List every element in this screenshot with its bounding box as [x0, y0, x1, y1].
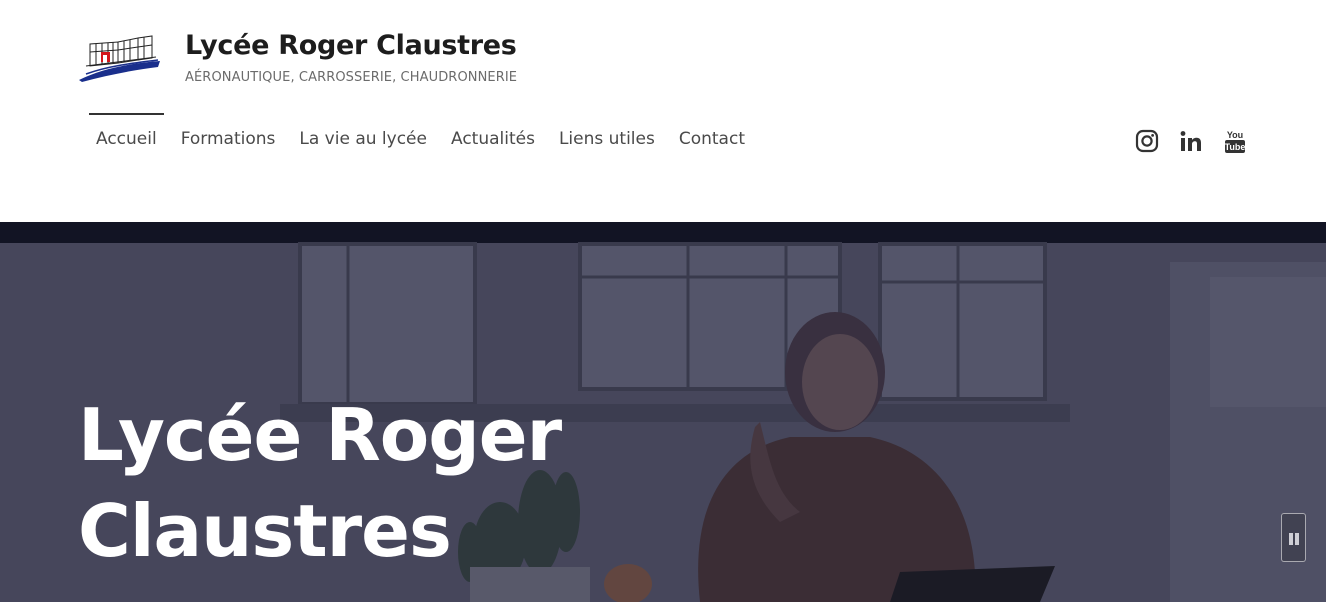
site-title[interactable]: Lycée Roger Claustres: [185, 30, 517, 61]
nav-item-liens-utiles[interactable]: Liens utiles: [547, 113, 667, 167]
svg-text:Tube: Tube: [1225, 142, 1246, 152]
instagram-icon[interactable]: [1134, 128, 1160, 154]
youtube-icon[interactable]: You Tube: [1222, 128, 1248, 154]
nav-item-formations[interactable]: Formations: [169, 113, 288, 167]
school-logo[interactable]: [78, 30, 162, 88]
pause-icon: [1295, 533, 1299, 545]
nav-item-accueil[interactable]: Accueil: [84, 113, 169, 167]
nav-item-actualites[interactable]: Actualités: [439, 113, 547, 167]
school-building-logo-icon: [79, 35, 160, 82]
site-tagline: AÉRONAUTIQUE, CARROSSERIE, CHAUDRONNERIE: [185, 70, 518, 85]
social-links: You Tube: [1134, 128, 1248, 154]
hero-section: Lycée Roger Claustres: [0, 222, 1326, 602]
video-pause-button[interactable]: [1281, 513, 1306, 562]
svg-text:You: You: [1227, 130, 1243, 140]
main-navigation: Accueil Formations La vie au lycée Actua…: [84, 113, 757, 167]
hero-title: Lycée Roger Claustres: [78, 393, 562, 573]
nav-item-contact[interactable]: Contact: [667, 113, 757, 167]
linkedin-icon[interactable]: [1178, 128, 1204, 154]
nav-item-la-vie-au-lycee[interactable]: La vie au lycée: [287, 113, 439, 167]
site-header: Lycée Roger Claustres AÉRONAUTIQUE, CARR…: [0, 0, 1326, 222]
pause-icon: [1289, 533, 1293, 545]
